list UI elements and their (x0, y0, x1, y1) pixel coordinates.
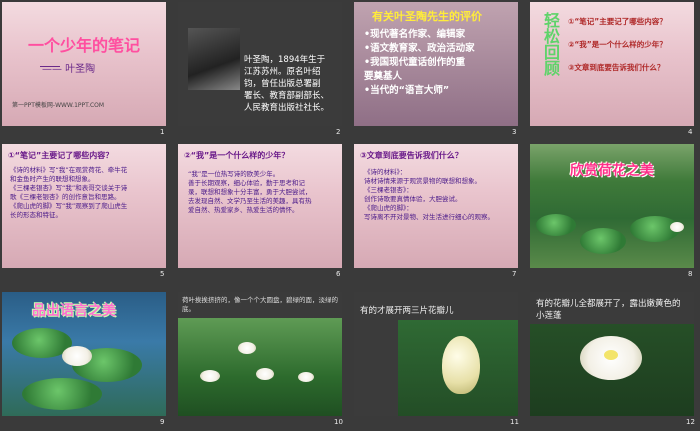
slide-10-caption: 荷叶挨挨挤挤的，像一个个大圆盘，碧绿的面，淡绿的底。 (182, 296, 338, 313)
slide-number-9: 9 (160, 418, 165, 426)
slide-9[interactable]: 品出语言之美 (2, 292, 166, 416)
lotus-bud (442, 336, 480, 394)
slide-number-4: 4 (688, 128, 693, 136)
question-3: ③文章到底要告诉我们什么？ (568, 63, 665, 72)
content-line: 《三棵老银杏》： (364, 186, 413, 194)
slide-3-heading: 有关叶圣陶先生的评价 (372, 10, 482, 23)
slide-2[interactable]: 叶圣陶，1894年生于 江苏苏州。原名叶绍 钧，曾任出版总署副 署长、教育部副部… (178, 2, 342, 126)
slide-number-1: 1 (160, 128, 165, 136)
content-line: “我”是一位热写诗的欧美少年。 (188, 170, 280, 178)
lotus-pond-photo (178, 318, 342, 416)
slide-6[interactable]: ②“我”是一个什么样的少年？ “我”是一位热写诗的欧美少年。 善于长期观察，细心… (178, 144, 342, 268)
bio-line: 钧，曾任出版总署副 (244, 79, 321, 89)
content-line: 善于长期观察，细心体验，勤于思考和记 (188, 179, 305, 187)
evaluation-item: •当代的“语言大师” (364, 85, 450, 96)
bio-line: 叶圣陶，1894年生于 (244, 55, 326, 65)
content-line: 歌《三棵老银杏》的创作意旨和思路。 (10, 193, 121, 201)
evaluation-item: •我国现代童话创作的重 (364, 57, 466, 68)
slide-7[interactable]: ③文章到底要告诉我们什么？ 《诗的材料》： 诗材诗情来源于观赏景物的联想和想象。… (354, 144, 518, 268)
content-line: 《三棵老银杏》写“我”和表哥交谈关于诗 (10, 184, 128, 192)
slide-11[interactable]: 有的才展开两三片花瓣儿 (354, 292, 518, 416)
slide-10[interactable]: 荷叶挨挨挤挤的，像一个个大圆盘，碧绿的面，淡绿的底。 (178, 292, 342, 416)
slide-1-footer: 第一PPT模板网-WWW.1PPT.COM (12, 102, 105, 109)
slide-number-5: 5 (160, 270, 165, 278)
slide-number-3: 3 (512, 128, 517, 136)
slide-1-title: 一个少年的笔记 (28, 36, 141, 55)
slide-12-caption: 有的花瓣儿全都展开了，露出嫩黄色的小莲蓬 (536, 299, 681, 321)
content-line: 写诗离不开对景物、对生活进行细心的观察。 (364, 213, 494, 221)
slide-number-12: 12 (686, 418, 695, 426)
lotus-leaf (22, 378, 102, 410)
content-line: 《爬山虎的脚》写“我”观察到了爬山虎生 (10, 202, 128, 210)
slide-4[interactable]: 轻松回顾 ①“笔记”主要记了哪些内容？ ②“我”是一个什么样的少年？ ③文章到底… (530, 2, 694, 126)
evaluation-item: •现代著名作家、编辑家 (364, 29, 466, 40)
slide-8-banner: 欣赏荷花之美 (570, 163, 654, 179)
lotus-flower (298, 372, 314, 382)
lotus-flower (256, 368, 274, 380)
slide-12[interactable]: 有的花瓣儿全都展开了，露出嫩黄色的小莲蓬 (530, 292, 694, 416)
portrait-photo (188, 28, 240, 90)
content-line: 爱自然、热爱家乡、热爱生活的情怀。 (188, 206, 299, 214)
evaluation-item: •语文教育家、政治活动家 (364, 43, 475, 54)
slide-7-heading: ③文章到底要告诉我们什么？ (360, 151, 463, 160)
evaluation-item: 要奠基人 (364, 71, 403, 82)
bio-line: 江苏苏州。原名叶绍 (244, 67, 321, 77)
content-line: 去发现自然、文学乃至生活的美趣，具有热 (188, 197, 312, 205)
slide-4-vertical-title: 轻松回顾 (541, 12, 560, 76)
slide-number-6: 6 (336, 270, 341, 278)
lotus-flower (200, 370, 220, 382)
slide-8[interactable]: 欣赏荷花之美 (530, 144, 694, 268)
content-line: 创作诗歌要真情体验，大胆尝试。 (364, 195, 462, 203)
bio-line: 人民教育出版社社长。 (244, 103, 330, 113)
slide-6-heading: ②“我”是一个什么样的少年？ (184, 151, 290, 160)
question-1: ①“笔记”主要记了哪些内容？ (568, 17, 667, 26)
lotus-flower (238, 342, 256, 354)
content-line: 《诗的材料》： (364, 168, 407, 176)
content-line: 《诗的材料》写“我”在观赏荷花、牵牛花 (10, 166, 128, 174)
slide-number-7: 7 (512, 270, 517, 278)
content-line: 和金鱼时产生的联想和想象。 (10, 175, 95, 183)
lotus-seedpod (604, 350, 618, 360)
slide-9-banner: 品出语言之美 (32, 303, 116, 319)
content-line: 《爬山虎的脚》： (364, 204, 413, 212)
slide-number-2: 2 (336, 128, 341, 136)
slide-number-8: 8 (688, 270, 693, 278)
question-2: ②“我”是一个什么样的少年？ (568, 40, 667, 49)
bio-line: 署长、教育部副部长、 (244, 91, 330, 101)
lotus-flower (670, 222, 684, 232)
content-line: 诗材诗情来源于观赏景物的联想和想象。 (364, 177, 481, 185)
content-line: 录，联想和想象十分丰富，勇于大胆尝试， (188, 188, 312, 196)
slide-1-author: —— 叶圣陶 (42, 64, 96, 75)
slide-3[interactable]: 有关叶圣陶先生的评价 •现代著名作家、编辑家 •语文教育家、政治活动家 •我国现… (354, 2, 518, 126)
slide-number-10: 10 (334, 418, 343, 426)
slide-5-heading: ①“笔记”主要记了哪些内容？ (8, 151, 114, 160)
slide-number-11: 11 (510, 418, 519, 426)
lotus-flower (62, 346, 92, 366)
content-line: 长的形态和特征。 (10, 211, 62, 219)
lotus-leaf (536, 214, 576, 236)
slide-5[interactable]: ①“笔记”主要记了哪些内容？ 《诗的材料》写“我”在观赏荷花、牵牛花 和金鱼时产… (2, 144, 166, 268)
lotus-leaf (580, 228, 626, 254)
slide-11-caption: 有的才展开两三片花瓣儿 (360, 306, 454, 316)
slide-1[interactable]: 一个少年的笔记 —— 叶圣陶 第一PPT模板网-WWW.1PPT.COM (2, 2, 166, 126)
